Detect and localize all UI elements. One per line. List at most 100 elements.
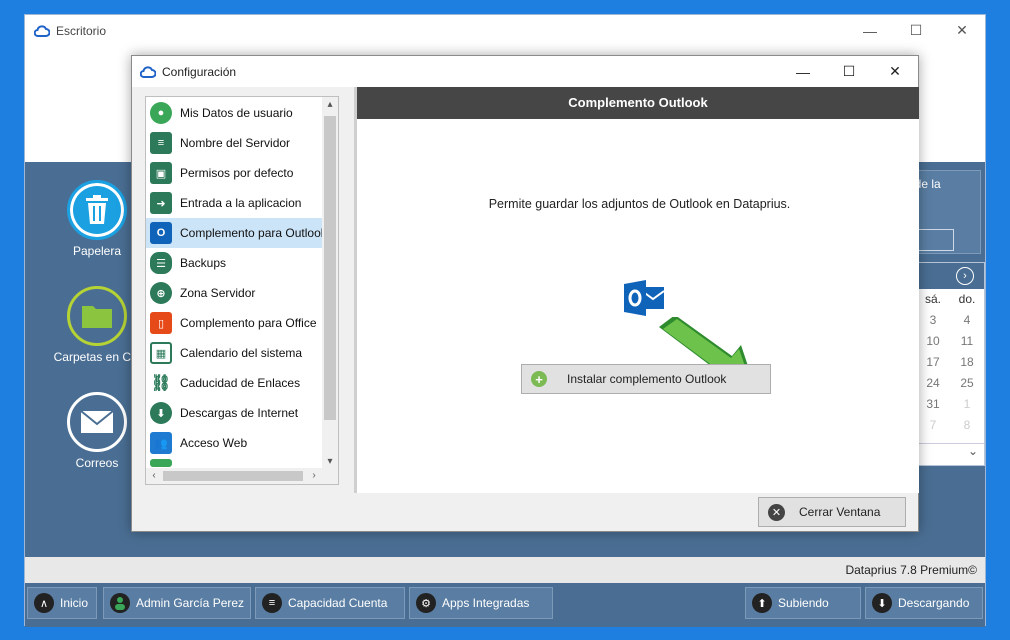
calendar-day[interactable]: 31 xyxy=(916,394,950,415)
calendar-day[interactable]: 8 xyxy=(950,415,984,436)
taskbar-label: Subiendo xyxy=(778,596,829,610)
taskbar: ∧ Inicio Admin García Perez ≡ Capacidad … xyxy=(25,583,985,627)
cerrar-ventana-button[interactable]: ✕ Cerrar Ventana xyxy=(758,497,906,527)
calendar-day-header: do. xyxy=(958,292,976,306)
download-icon: ⬇ xyxy=(150,402,172,424)
close-button-label: Cerrar Ventana xyxy=(799,505,881,519)
calendar-day[interactable]: 11 xyxy=(950,331,984,352)
scrollbar-thumb[interactable] xyxy=(324,116,336,420)
install-outlook-button[interactable]: + Instalar complemento Outlook xyxy=(521,364,771,394)
database-icon: ☰ xyxy=(150,252,172,274)
folder-icon xyxy=(82,306,112,328)
menu-icon: ≡ xyxy=(262,593,282,613)
taskbar-label: Descargando xyxy=(898,596,970,610)
menu-item-label: Complemento para Outlook xyxy=(180,226,324,240)
outlook-logo-icon xyxy=(624,280,664,316)
close-icon: ✕ xyxy=(768,503,785,521)
menu-item-descargas[interactable]: ⬇ Descargas de Internet xyxy=(146,398,324,428)
up-arrow-icon: ∧ xyxy=(34,593,54,613)
dialog-close-button[interactable]: ✕ xyxy=(872,56,918,87)
configuracion-dialog: Configuración — ☐ ✕ ● Mis Datos de usuar… xyxy=(131,55,919,532)
content-description: Permite guardar los adjuntos de Outlook … xyxy=(488,197,791,211)
menu-item-label: Complemento para Office xyxy=(180,316,317,330)
menu-item-calendario[interactable]: ▦ Calendario del sistema xyxy=(146,338,324,368)
globe-icon: ⊕ xyxy=(150,282,172,304)
user-card-icon: ▣ xyxy=(150,162,172,184)
server-icon: ≡ xyxy=(150,132,172,154)
calendar-day[interactable]: 3 xyxy=(916,310,950,331)
menu-item-label: Entrada a la aplicacion xyxy=(180,196,302,210)
download-icon: ⬇ xyxy=(872,593,892,613)
cloud-logo-icon xyxy=(34,24,50,37)
scrollbar-thumb[interactable] xyxy=(163,471,303,481)
menu-item-entrada[interactable]: ➜ Entrada a la aplicacion xyxy=(146,188,324,218)
menu-item-nombre-servidor[interactable]: ≡ Nombre del Servidor xyxy=(146,128,324,158)
calendar-day[interactable]: 1 xyxy=(950,394,984,415)
taskbar-descargando-button[interactable]: ⬇ Descargando xyxy=(865,587,983,619)
gear-icon: ⚙ xyxy=(416,593,436,613)
web-users-icon: 👥 xyxy=(150,432,172,454)
dialog-minimize-button[interactable]: — xyxy=(780,56,826,87)
menu-item-caducidad[interactable]: ⛓ Caducidad de Enlaces xyxy=(146,368,324,398)
menu-item-label: Calendario del sistema xyxy=(180,346,303,360)
menu-item-label: Permisos por defecto xyxy=(180,166,294,180)
taskbar-subiendo-button[interactable]: ⬆ Subiendo xyxy=(745,587,861,619)
menu-item-office[interactable]: ▯ Complemento para Office xyxy=(146,308,324,338)
menu-vertical-scrollbar[interactable]: ▴ ▾ xyxy=(322,97,338,470)
user-icon xyxy=(110,593,130,613)
calendar-day[interactable]: 7 xyxy=(916,415,950,436)
version-text: Dataprius 7.8 Premium© xyxy=(845,563,977,577)
menu-item-mis-datos[interactable]: ● Mis Datos de usuario xyxy=(146,98,324,128)
taskbar-apps-button[interactable]: ⚙ Apps Integradas xyxy=(409,587,553,619)
trash-icon xyxy=(86,195,108,224)
dialog-maximize-button[interactable]: ☐ xyxy=(826,56,872,87)
menu-item-outlook[interactable]: O Complemento para Outlook xyxy=(146,218,324,248)
user-icon: ● xyxy=(150,102,172,124)
taskbar-label: Inicio xyxy=(60,596,89,610)
outer-window-title: Escritorio xyxy=(56,23,107,38)
calendar-icon: ▦ xyxy=(150,342,172,364)
taskbar-label: Admin García Perez xyxy=(136,596,245,610)
menu-item-zona-servidor[interactable]: ⊕ Zona Servidor xyxy=(146,278,324,308)
menu-item-acceso-web[interactable]: 👥 Acceso Web xyxy=(146,428,324,458)
content-header: Complemento Outlook xyxy=(357,87,919,119)
taskbar-label: Apps Integradas xyxy=(442,596,530,610)
partial-icon xyxy=(150,459,172,467)
install-button-label: Instalar complemento Outlook xyxy=(567,372,727,386)
cloud-logo-icon xyxy=(140,65,156,78)
outer-close-button[interactable]: ✕ xyxy=(939,15,985,46)
calendar-day[interactable]: 4 xyxy=(950,310,984,331)
calendar-day[interactable]: 17 xyxy=(916,352,950,373)
menu-horizontal-scrollbar[interactable]: ‹ › xyxy=(146,468,338,484)
taskbar-inicio-button[interactable]: ∧ Inicio xyxy=(27,587,97,619)
menu-item-label: Acceso Web xyxy=(180,436,248,450)
outlook-icon: O xyxy=(150,222,172,244)
outer-maximize-button[interactable]: ☐ xyxy=(893,15,939,46)
taskbar-user-button[interactable]: Admin García Perez xyxy=(103,587,251,619)
menu-item-label: Mis Datos de usuario xyxy=(180,106,293,120)
calendar-day[interactable]: 25 xyxy=(950,373,984,394)
outer-minimize-button[interactable]: — xyxy=(847,15,893,46)
upload-icon: ⬆ xyxy=(752,593,772,613)
taskbar-label: Capacidad Cuenta xyxy=(288,596,388,610)
menu-item-permisos[interactable]: ▣ Permisos por defecto xyxy=(146,158,324,188)
plus-icon: + xyxy=(531,371,547,387)
link-icon: ⛓ xyxy=(150,372,172,394)
scroll-right-icon[interactable]: › xyxy=(306,468,322,484)
calendar-day-header: sá. xyxy=(924,292,941,306)
calendar-day[interactable]: 18 xyxy=(950,352,984,373)
outer-titlebar: Escritorio xyxy=(25,15,985,46)
scroll-up-icon[interactable]: ▴ xyxy=(322,97,338,113)
taskbar-capacidad-button[interactable]: ≡ Capacidad Cuenta xyxy=(255,587,405,619)
calendar-next-icon[interactable]: › xyxy=(956,267,974,285)
settings-menu-list: ● Mis Datos de usuario ≡ Nombre del Serv… xyxy=(145,96,339,485)
menu-item-label: Zona Servidor xyxy=(180,286,256,300)
menu-item-label: Descargas de Internet xyxy=(180,406,299,420)
menu-item-backups[interactable]: ☰ Backups xyxy=(146,248,324,278)
menu-item-label: Caducidad de Enlaces xyxy=(180,376,301,390)
calendar-day[interactable]: 10 xyxy=(916,331,950,352)
outlook-content-panel: Complemento Outlook Permite guardar los … xyxy=(354,87,919,493)
calendar-day[interactable]: 24 xyxy=(916,373,950,394)
scroll-left-icon[interactable]: ‹ xyxy=(146,468,162,484)
version-status-bar: Dataprius 7.8 Premium© xyxy=(25,557,985,583)
